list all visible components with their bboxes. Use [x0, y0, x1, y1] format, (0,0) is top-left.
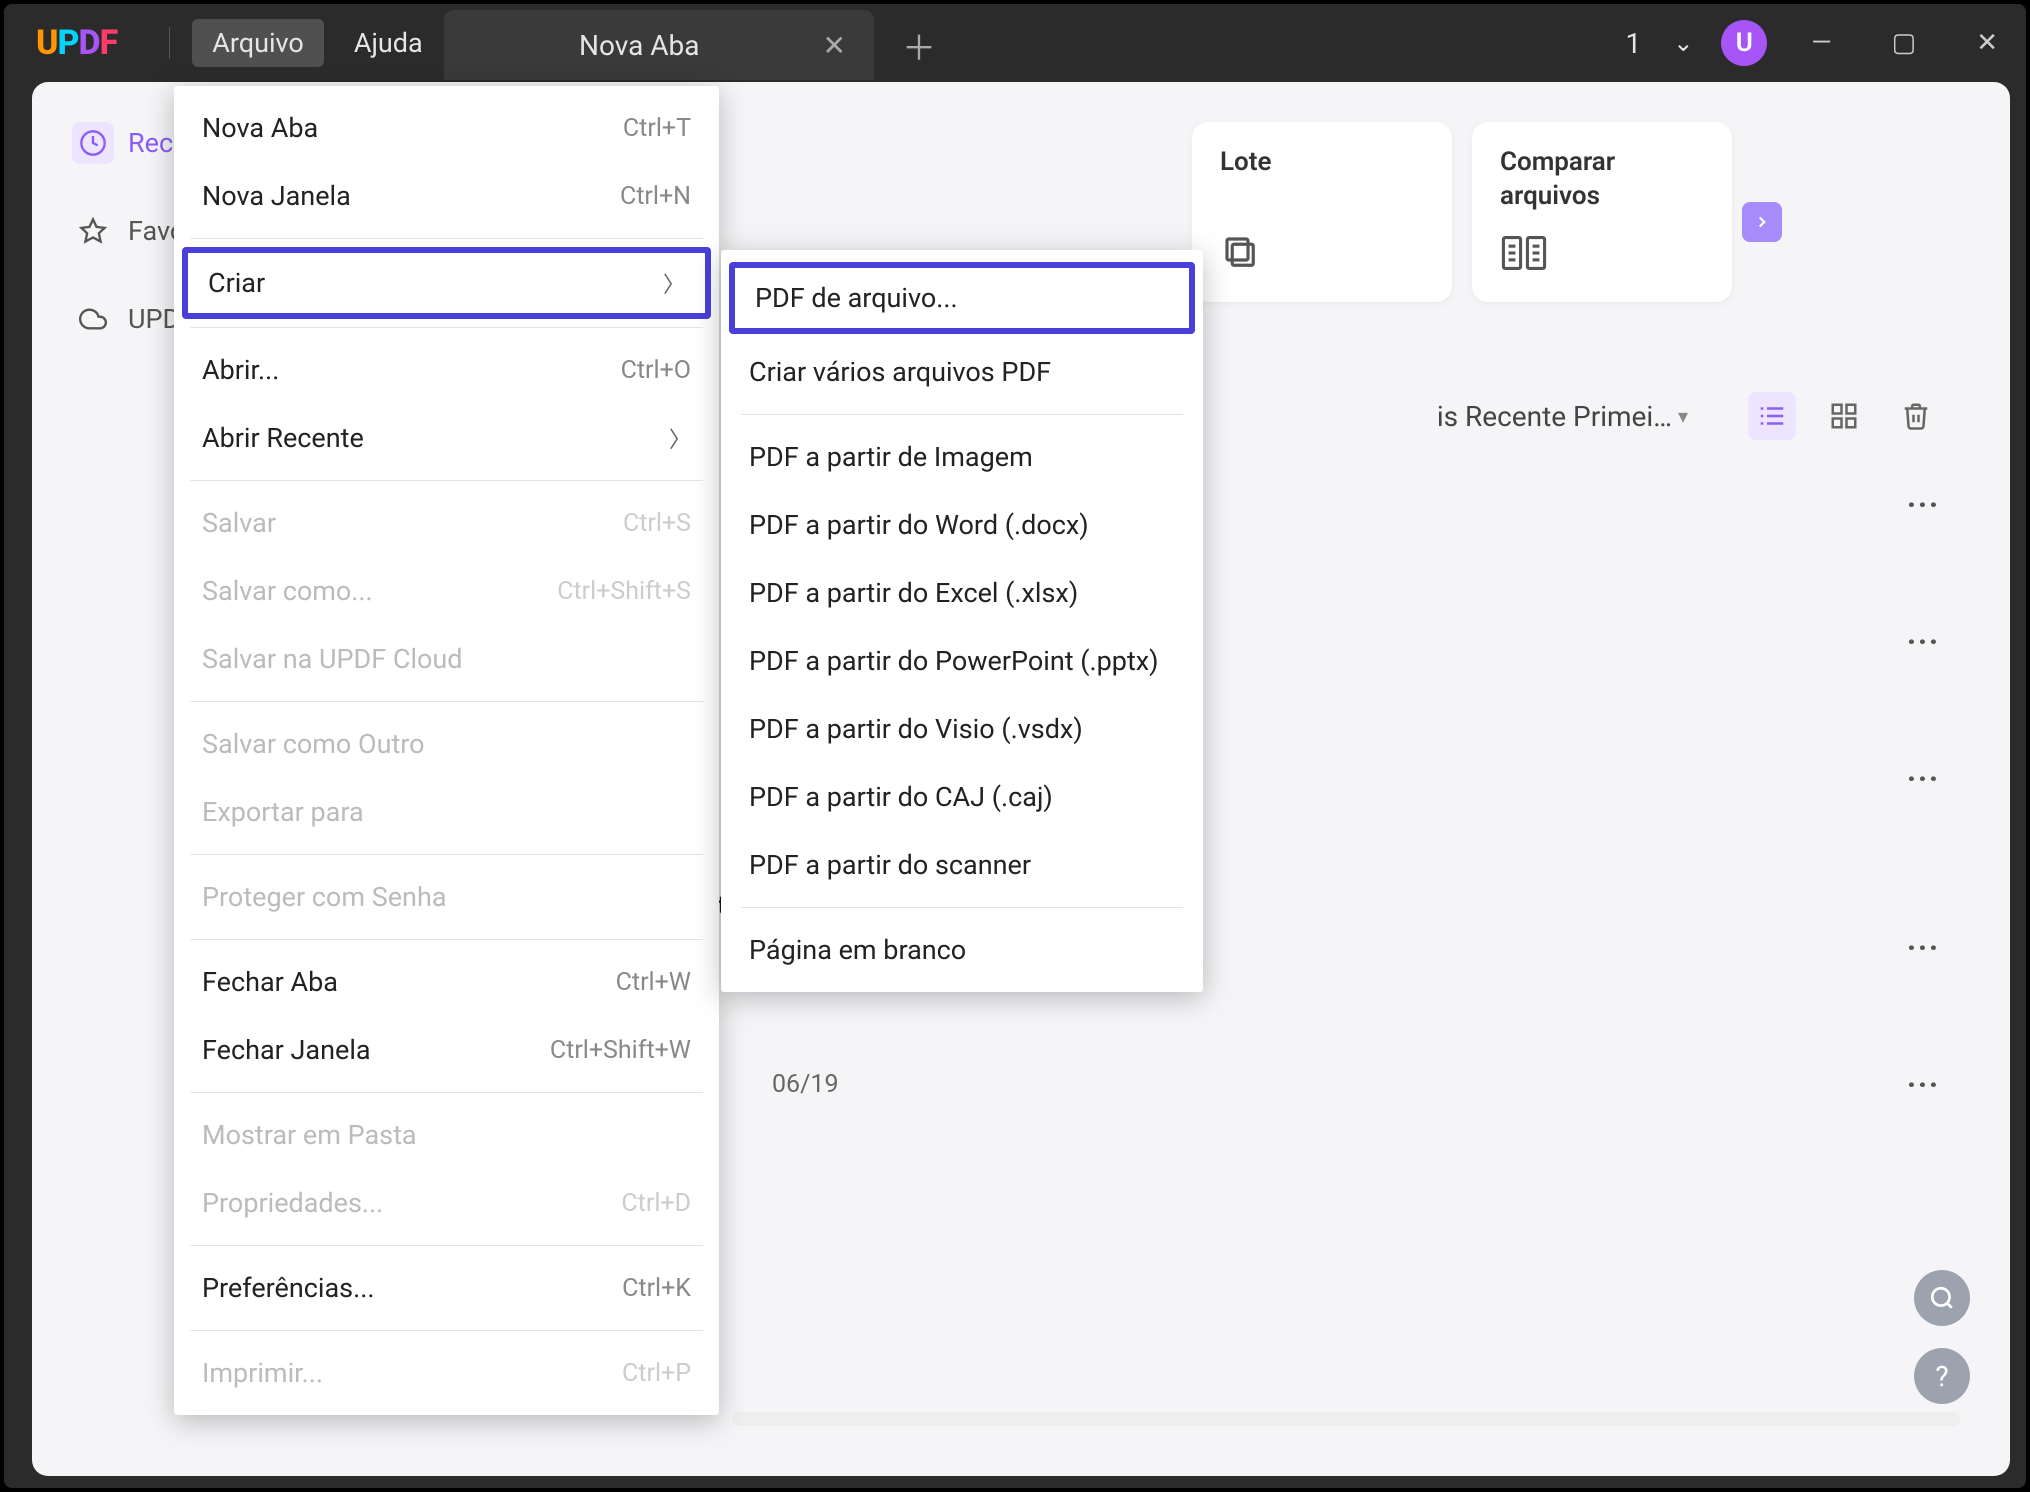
clock-icon	[72, 122, 114, 164]
menu-file[interactable]: Arquivo	[192, 19, 324, 67]
file-dropdown-menu: Nova AbaCtrl+T Nova JanelaCtrl+N Criar〉 …	[174, 86, 719, 1415]
user-avatar[interactable]: U	[1721, 20, 1767, 66]
menu-divider	[190, 939, 703, 940]
menu-divider	[190, 1245, 703, 1246]
menu-item-salvar-outro: Salvar como Outro	[174, 710, 719, 778]
minimize-button[interactable]: —	[1795, 28, 1847, 58]
app-window: UPDF Arquivo Ajuda Nova Aba ✕ ＋ 1 ⌄ U — …	[4, 4, 2026, 1488]
card-title-comparar: Comparar arquivos	[1500, 146, 1704, 214]
menu-item-criar[interactable]: Criar〉	[182, 247, 711, 319]
shortcut: Ctrl+N	[620, 182, 691, 211]
menu-item-imprimir: Imprimir...Ctrl+P	[174, 1339, 719, 1407]
file-more-button[interactable]: ···	[1907, 625, 1940, 658]
sort-dropdown[interactable]: is Recente Primei… ▾	[1437, 400, 1688, 433]
shortcut: Ctrl+O	[621, 356, 691, 385]
submenu-item-pdf-arquivo[interactable]: PDF de arquivo...	[729, 262, 1195, 334]
menu-item-abrir[interactable]: Abrir...Ctrl+O	[174, 336, 719, 404]
menu-item-salvar-como: Salvar como...Ctrl+Shift+S	[174, 557, 719, 625]
shortcut: Ctrl+W	[616, 968, 691, 997]
shortcut: Ctrl+S	[623, 509, 691, 538]
sidebar-label-cloud: UPD	[128, 303, 180, 335]
maximize-button[interactable]: ▢	[1876, 28, 1933, 58]
file-more-button[interactable]: ···	[1907, 1068, 1940, 1101]
titlebar-controls: 1 ⌄ U — ▢ ✕	[1625, 4, 2014, 82]
titlebar: UPDF Arquivo Ajuda Nova Aba ✕ ＋ 1 ⌄ U — …	[4, 4, 2026, 82]
menu-item-nova-janela[interactable]: Nova JanelaCtrl+N	[174, 162, 719, 230]
submenu-item-criar-varios[interactable]: Criar vários arquivos PDF	[721, 338, 1203, 406]
shortcut: Ctrl+T	[623, 114, 691, 143]
menu-divider	[190, 238, 703, 239]
menu-divider	[741, 907, 1183, 908]
tab-current[interactable]: Nova Aba ✕	[444, 10, 874, 80]
menu-item-fechar-aba[interactable]: Fechar AbaCtrl+W	[174, 948, 719, 1016]
card-comparar[interactable]: Comparar arquivos	[1472, 122, 1732, 302]
menu-divider	[741, 414, 1183, 415]
menu-divider	[190, 701, 703, 702]
delete-button[interactable]	[1892, 392, 1940, 440]
float-search-button[interactable]	[1914, 1270, 1970, 1326]
card-lote[interactable]: Lote	[1192, 122, 1452, 302]
menu-item-abrir-recente[interactable]: Abrir Recente〉	[174, 404, 719, 472]
chevron-right-icon: 〉	[669, 422, 691, 454]
file-date: 06/19	[772, 1070, 972, 1099]
menu-item-propriedades: Propriedades...Ctrl+D	[174, 1169, 719, 1237]
menu-item-proteger: Proteger com Senha	[174, 863, 719, 931]
close-icon[interactable]: ✕	[823, 29, 846, 62]
float-help-button[interactable]: ?	[1914, 1348, 1970, 1404]
file-more-button[interactable]: ···	[1907, 931, 1940, 964]
menu-divider	[190, 480, 703, 481]
tab-title: Nova Aba	[472, 29, 807, 62]
tab-area: Nova Aba ✕ ＋	[444, 10, 936, 80]
submenu-item-pagina-branco[interactable]: Página em branco	[721, 916, 1203, 984]
file-more-button[interactable]: ···	[1907, 762, 1940, 795]
chevron-down-icon[interactable]: ⌄	[1673, 29, 1693, 57]
menu-item-exportar: Exportar para	[174, 778, 719, 846]
menu-item-preferencias[interactable]: Preferências...Ctrl+K	[174, 1254, 719, 1322]
menu-divider	[190, 854, 703, 855]
shortcut: Ctrl+D	[621, 1189, 691, 1218]
file-more-button[interactable]: ···	[1907, 488, 1940, 521]
card-title-lote: Lote	[1220, 146, 1424, 180]
menu-divider	[190, 1330, 703, 1331]
menu-item-mostrar-pasta: Mostrar em Pasta	[174, 1101, 719, 1169]
tab-count[interactable]: 1	[1625, 27, 1641, 60]
new-tab-button[interactable]: ＋	[902, 21, 936, 70]
sort-label: is Recente Primei…	[1437, 400, 1672, 433]
shortcut: Ctrl+P	[622, 1359, 691, 1388]
shortcut: Ctrl+K	[622, 1274, 691, 1303]
close-window-button[interactable]: ✕	[1960, 28, 2014, 58]
criar-submenu: PDF de arquivo... Criar vários arquivos …	[721, 250, 1203, 992]
submenu-item-pdf-visio[interactable]: PDF a partir do Visio (.vsdx)	[721, 695, 1203, 763]
submenu-item-pdf-powerpoint[interactable]: PDF a partir do PowerPoint (.pptx)	[721, 627, 1203, 695]
submenu-item-pdf-scanner[interactable]: PDF a partir do scanner	[721, 831, 1203, 899]
shortcut: Ctrl+Shift+S	[557, 577, 691, 606]
star-icon	[72, 210, 114, 252]
menu-item-salvar-cloud: Salvar na UPDF Cloud	[174, 625, 719, 693]
view-controls	[1748, 392, 1940, 440]
menu-divider	[190, 327, 703, 328]
grid-view-button[interactable]	[1820, 392, 1868, 440]
chevron-right-icon: 〉	[663, 267, 685, 299]
cloud-icon	[72, 298, 114, 340]
app-logo: UPDF	[36, 23, 117, 63]
caret-down-icon: ▾	[1678, 404, 1688, 428]
compare-icon	[1500, 232, 1548, 278]
card-more-button[interactable]	[1742, 202, 1782, 242]
shortcut: Ctrl+Shift+W	[550, 1036, 691, 1065]
menu-divider	[190, 1092, 703, 1093]
submenu-item-pdf-word[interactable]: PDF a partir do Word (.docx)	[721, 491, 1203, 559]
submenu-item-pdf-imagem[interactable]: PDF a partir de Imagem	[721, 423, 1203, 491]
menubar: Arquivo Ajuda	[157, 19, 442, 67]
menu-item-salvar: SalvarCtrl+S	[174, 489, 719, 557]
menu-help[interactable]: Ajuda	[334, 19, 443, 67]
submenu-item-pdf-excel[interactable]: PDF a partir do Excel (.xlsx)	[721, 559, 1203, 627]
horizontal-scrollbar[interactable]	[732, 1412, 1960, 1426]
batch-icon	[1220, 232, 1262, 278]
list-view-button[interactable]	[1748, 392, 1796, 440]
submenu-item-pdf-caj[interactable]: PDF a partir do CAJ (.caj)	[721, 763, 1203, 831]
menu-item-nova-aba[interactable]: Nova AbaCtrl+T	[174, 94, 719, 162]
menu-item-fechar-janela[interactable]: Fechar JanelaCtrl+Shift+W	[174, 1016, 719, 1084]
menu-separator	[169, 27, 170, 59]
